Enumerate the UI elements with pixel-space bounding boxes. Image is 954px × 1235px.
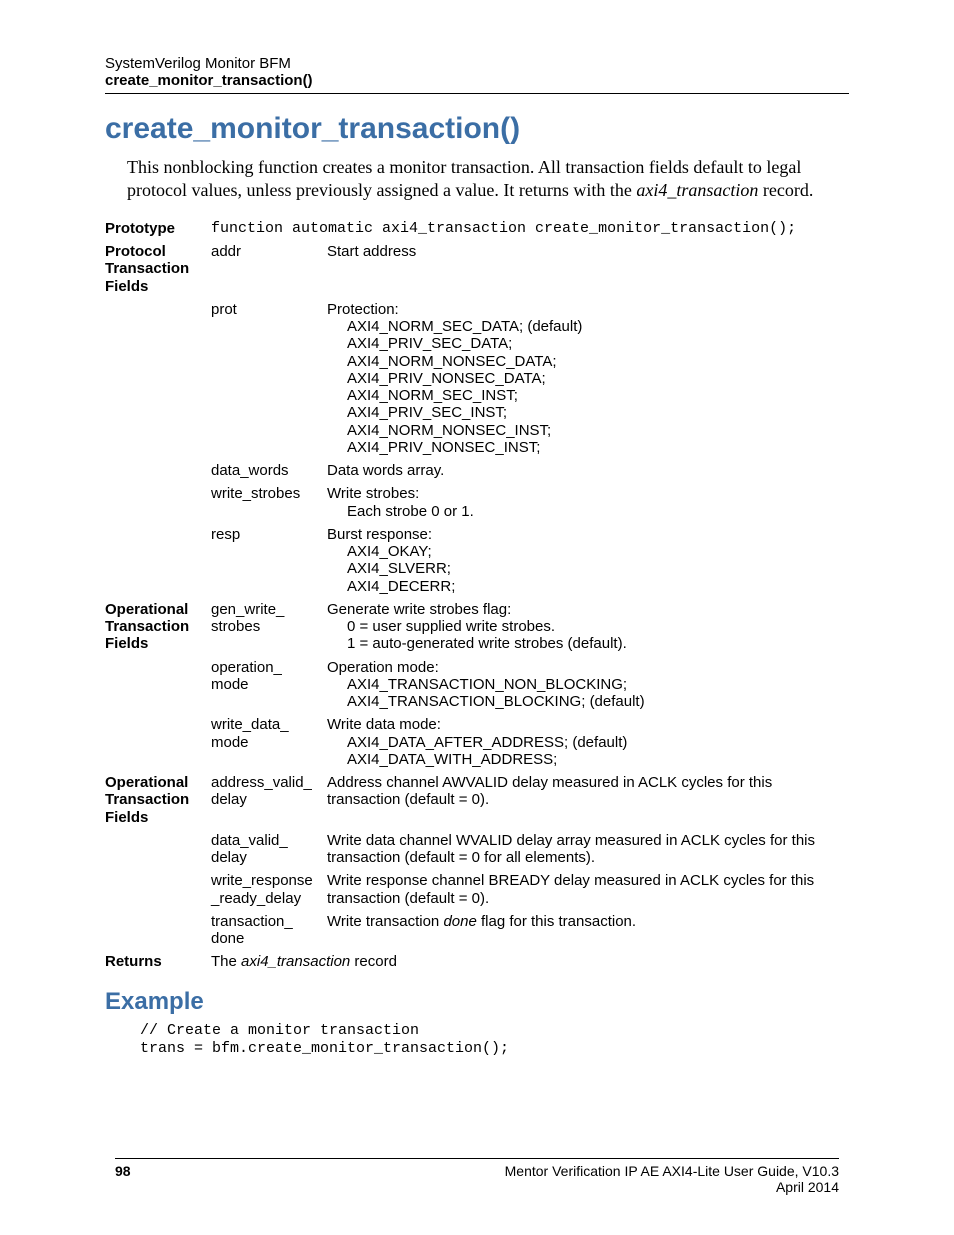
row-write-strobes: write_strobes Write strobes: Each strobe…: [105, 482, 849, 523]
row-gen-write-strobes: Operational Transaction Fields gen_write…: [105, 598, 849, 656]
intro-text-italic: axi4_transaction: [636, 180, 758, 200]
row-data-words: data_words Data words array.: [105, 459, 849, 482]
field-name-write-data-mode: write_data_ mode: [211, 713, 327, 771]
row-write-response-ready-delay: write_response _ready_delay Write respon…: [105, 869, 849, 910]
field-name-data-valid-delay: data_valid_ delay: [211, 829, 327, 870]
footer-rule: [115, 1158, 839, 1159]
example-heading: Example: [105, 988, 849, 1016]
field-desc-write-data-mode: Write data mode: AXI4_DATA_AFTER_ADDRESS…: [327, 713, 849, 771]
field-desc-addr: Start address: [327, 240, 849, 298]
field-name-gen-write-strobes: gen_write_ strobes: [211, 598, 327, 656]
page-number: 98: [115, 1163, 131, 1195]
running-header: SystemVerilog Monitor BFM create_monitor…: [105, 55, 849, 94]
field-name-transaction-done: transaction_ done: [211, 910, 327, 951]
field-desc-prot: Protection: AXI4_NORM_SEC_DATA; (default…: [327, 298, 849, 459]
field-desc-gen-write-strobes: Generate write strobes flag: 0 = user su…: [327, 598, 849, 656]
row-write-data-mode: write_data_ mode Write data mode: AXI4_D…: [105, 713, 849, 771]
field-name-write-strobes: write_strobes: [211, 482, 327, 523]
field-desc-address-valid-delay: Address channel AWVALID delay measured i…: [327, 771, 849, 829]
page-title: create_monitor_transaction(): [105, 112, 849, 146]
row-address-valid-delay: Operational Transaction Fields address_v…: [105, 771, 849, 829]
field-name-write-response-ready-delay: write_response _ready_delay: [211, 869, 327, 910]
field-name-prot: prot: [211, 298, 327, 459]
label-op-fields-1: Operational Transaction Fields: [105, 598, 211, 656]
prototype-code: function automatic axi4_transaction crea…: [211, 217, 849, 240]
label-op-fields-2: Operational Transaction Fields: [105, 771, 211, 829]
label-returns: Returns: [105, 950, 211, 973]
footer-date: April 2014: [505, 1179, 839, 1195]
page: SystemVerilog Monitor BFM create_monitor…: [0, 0, 954, 1235]
field-desc-transaction-done: Write transaction done flag for this tra…: [327, 910, 849, 951]
label-protocol-fields: Protocol Transaction Fields: [105, 240, 211, 298]
field-desc-data-valid-delay: Write data channel WVALID delay array me…: [327, 829, 849, 870]
field-desc-write-strobes: Write strobes: Each strobe 0 or 1.: [327, 482, 849, 523]
row-prototype: Prototype function automatic axi4_transa…: [105, 217, 849, 240]
row-transaction-done: transaction_ done Write transaction done…: [105, 910, 849, 951]
field-desc-resp: Burst response: AXI4_OKAY; AXI4_SLVERR; …: [327, 523, 849, 598]
returns-text: The axi4_transaction record: [211, 950, 849, 973]
intro-paragraph: This nonblocking function creates a moni…: [127, 156, 849, 203]
example-code: // Create a monitor transaction trans = …: [105, 1022, 849, 1058]
field-desc-operation-mode: Operation mode: AXI4_TRANSACTION_NON_BLO…: [327, 656, 849, 714]
row-operation-mode: operation_ mode Operation mode: AXI4_TRA…: [105, 656, 849, 714]
field-desc-data-words: Data words array.: [327, 459, 849, 482]
field-name-address-valid-delay: address_valid_ delay: [211, 771, 327, 829]
row-prot: prot Protection: AXI4_NORM_SEC_DATA; (de…: [105, 298, 849, 459]
field-desc-write-response-ready-delay: Write response channel BREADY delay meas…: [327, 869, 849, 910]
row-returns: Returns The axi4_transaction record: [105, 950, 849, 973]
header-line1: SystemVerilog Monitor BFM: [105, 55, 849, 72]
field-name-data-words: data_words: [211, 459, 327, 482]
spec-table: Prototype function automatic axi4_transa…: [105, 217, 849, 974]
row-resp: resp Burst response: AXI4_OKAY; AXI4_SLV…: [105, 523, 849, 598]
field-name-operation-mode: operation_ mode: [211, 656, 327, 714]
header-line2: create_monitor_transaction(): [105, 72, 849, 89]
footer-guide: Mentor Verification IP AE AXI4-Lite User…: [505, 1163, 839, 1179]
label-prototype: Prototype: [105, 217, 211, 240]
row-addr: Protocol Transaction Fields addr Start a…: [105, 240, 849, 298]
page-footer: 98 Mentor Verification IP AE AXI4-Lite U…: [115, 1158, 839, 1195]
field-name-addr: addr: [211, 240, 327, 298]
field-name-resp: resp: [211, 523, 327, 598]
intro-text-post: record.: [758, 180, 813, 200]
row-data-valid-delay: data_valid_ delay Write data channel WVA…: [105, 829, 849, 870]
header-rule: [105, 93, 849, 94]
